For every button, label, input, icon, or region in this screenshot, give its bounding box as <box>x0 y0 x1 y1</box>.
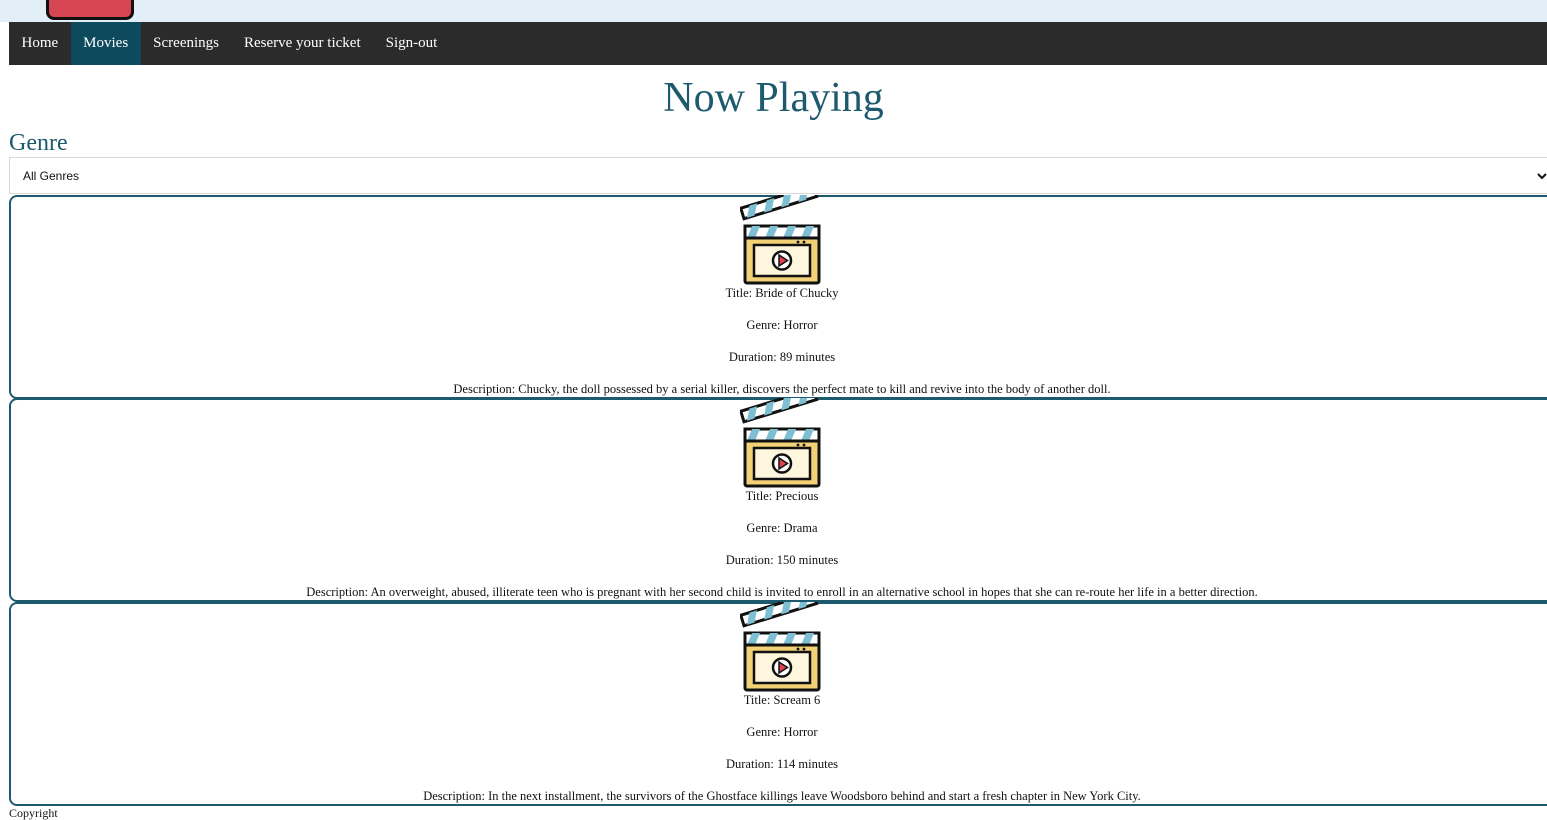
movie-description: Description: An overweight, abused, illi… <box>306 585 1258 599</box>
movie-description: Description: In the next installment, th… <box>423 789 1141 803</box>
nav-home[interactable]: Home <box>9 22 71 65</box>
movie-clapperboard-icon <box>740 602 821 692</box>
movie-card: Title: Bride of Chucky Genre: Horror Dur… <box>9 195 1547 399</box>
movie-genre: Genre: Horror <box>746 725 818 739</box>
chevron-down-icon <box>1537 169 1547 183</box>
movie-description: Description: Chucky, the doll possessed … <box>453 382 1111 396</box>
movie-card: Title: Scream 6 Genre: Horror Duration: … <box>9 602 1547 806</box>
nav-screenings[interactable]: Screenings <box>141 22 232 65</box>
movie-genre: Genre: Drama <box>746 521 818 535</box>
movie-card: Title: Precious Genre: Drama Duration: 1… <box>9 398 1547 602</box>
nav-movies[interactable]: Movies <box>70 22 141 65</box>
top-strip <box>0 0 1547 22</box>
movie-title: Title: Bride of Chucky <box>725 286 839 300</box>
movie-duration: Duration: 114 minutes <box>725 757 839 771</box>
site-logo[interactable] <box>46 0 134 20</box>
movie-clapperboard-icon <box>740 398 821 488</box>
nav-sign-out[interactable]: Sign-out <box>373 22 450 65</box>
footer-copyright: Copyright <box>9 806 58 820</box>
movie-clapperboard-icon <box>740 195 821 285</box>
genre-filter-label: Genre <box>9 130 68 156</box>
page-title: Now Playing <box>663 75 884 121</box>
main-navbar: Home Movies Screenings Reserve your tick… <box>9 22 1547 65</box>
genre-select-value: All Genres <box>23 168 80 183</box>
movie-title: Title: Scream 6 <box>743 693 821 707</box>
genre-select[interactable]: All Genres <box>9 157 1547 194</box>
movie-title: Title: Precious <box>745 489 819 503</box>
nav-reserve-ticket[interactable]: Reserve your ticket <box>232 22 374 65</box>
movie-genre: Genre: Horror <box>746 318 818 332</box>
movie-duration: Duration: 89 minutes <box>728 350 836 364</box>
movie-duration: Duration: 150 minutes <box>725 553 839 567</box>
